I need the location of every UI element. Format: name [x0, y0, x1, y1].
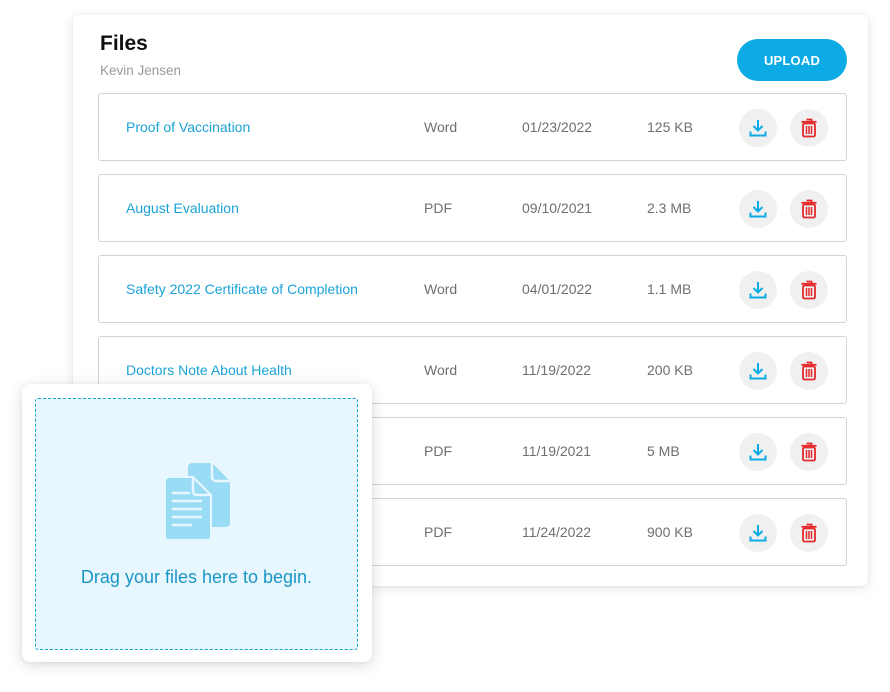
- download-button[interactable]: [739, 190, 777, 228]
- file-name-link[interactable]: Proof of Vaccination: [126, 94, 250, 160]
- delete-button[interactable]: [790, 352, 828, 390]
- file-date: 11/19/2022: [522, 362, 592, 378]
- trash-icon: [801, 442, 817, 462]
- file-size: 125 KB: [647, 119, 693, 135]
- download-button[interactable]: [739, 352, 777, 390]
- download-button[interactable]: [739, 514, 777, 552]
- file-name-link[interactable]: Safety 2022 Certificate of Completion: [126, 256, 358, 322]
- file-type: PDF: [424, 443, 452, 459]
- dropzone-card: Drag your files here to begin.: [22, 384, 372, 662]
- documents-icon: [164, 463, 230, 539]
- trash-icon: [801, 118, 817, 138]
- trash-icon: [801, 361, 817, 381]
- file-type: PDF: [424, 524, 452, 540]
- delete-button[interactable]: [790, 190, 828, 228]
- file-size: 2.3 MB: [647, 200, 692, 216]
- file-size: 1.1 MB: [647, 281, 692, 297]
- download-icon: [749, 363, 767, 380]
- file-name-link[interactable]: August Evaluation: [126, 175, 239, 241]
- file-size: 5 MB: [647, 443, 680, 459]
- delete-button[interactable]: [790, 514, 828, 552]
- owner-name: Kevin Jensen: [100, 63, 182, 78]
- file-type: Word: [424, 119, 458, 135]
- download-button[interactable]: [739, 433, 777, 471]
- trash-icon: [801, 523, 817, 543]
- file-date: 11/19/2021: [522, 443, 592, 459]
- download-icon: [749, 201, 767, 218]
- file-row: Safety 2022 Certificate of Completion Wo…: [98, 255, 847, 323]
- file-date: 01/23/2022: [522, 119, 593, 135]
- delete-button[interactable]: [790, 109, 828, 147]
- trash-icon: [801, 280, 817, 300]
- download-icon: [749, 444, 767, 461]
- download-button[interactable]: [739, 271, 777, 309]
- upload-button[interactable]: UPLOAD: [737, 39, 847, 81]
- file-row: August Evaluation PDF 09/10/2021 2.3 MB: [98, 174, 847, 242]
- file-size: 200 KB: [647, 362, 693, 378]
- file-size: 900 KB: [647, 524, 693, 540]
- download-icon: [749, 525, 767, 542]
- file-row: Proof of Vaccination Word 01/23/2022 125…: [98, 93, 847, 161]
- page-title: Files: [100, 32, 148, 55]
- file-date: 11/24/2022: [522, 524, 592, 540]
- download-icon: [749, 282, 767, 299]
- trash-icon: [801, 199, 817, 219]
- delete-button[interactable]: [790, 271, 828, 309]
- file-date: 04/01/2022: [522, 281, 593, 297]
- download-icon: [749, 120, 767, 137]
- dropzone-instructions: Drag your files here to begin.: [80, 567, 313, 587]
- file-type: PDF: [424, 200, 452, 216]
- download-button[interactable]: [739, 109, 777, 147]
- file-type: Word: [424, 362, 458, 378]
- file-date: 09/10/2021: [522, 200, 593, 216]
- delete-button[interactable]: [790, 433, 828, 471]
- file-type: Word: [424, 281, 458, 297]
- file-dropzone[interactable]: Drag your files here to begin.: [35, 398, 358, 650]
